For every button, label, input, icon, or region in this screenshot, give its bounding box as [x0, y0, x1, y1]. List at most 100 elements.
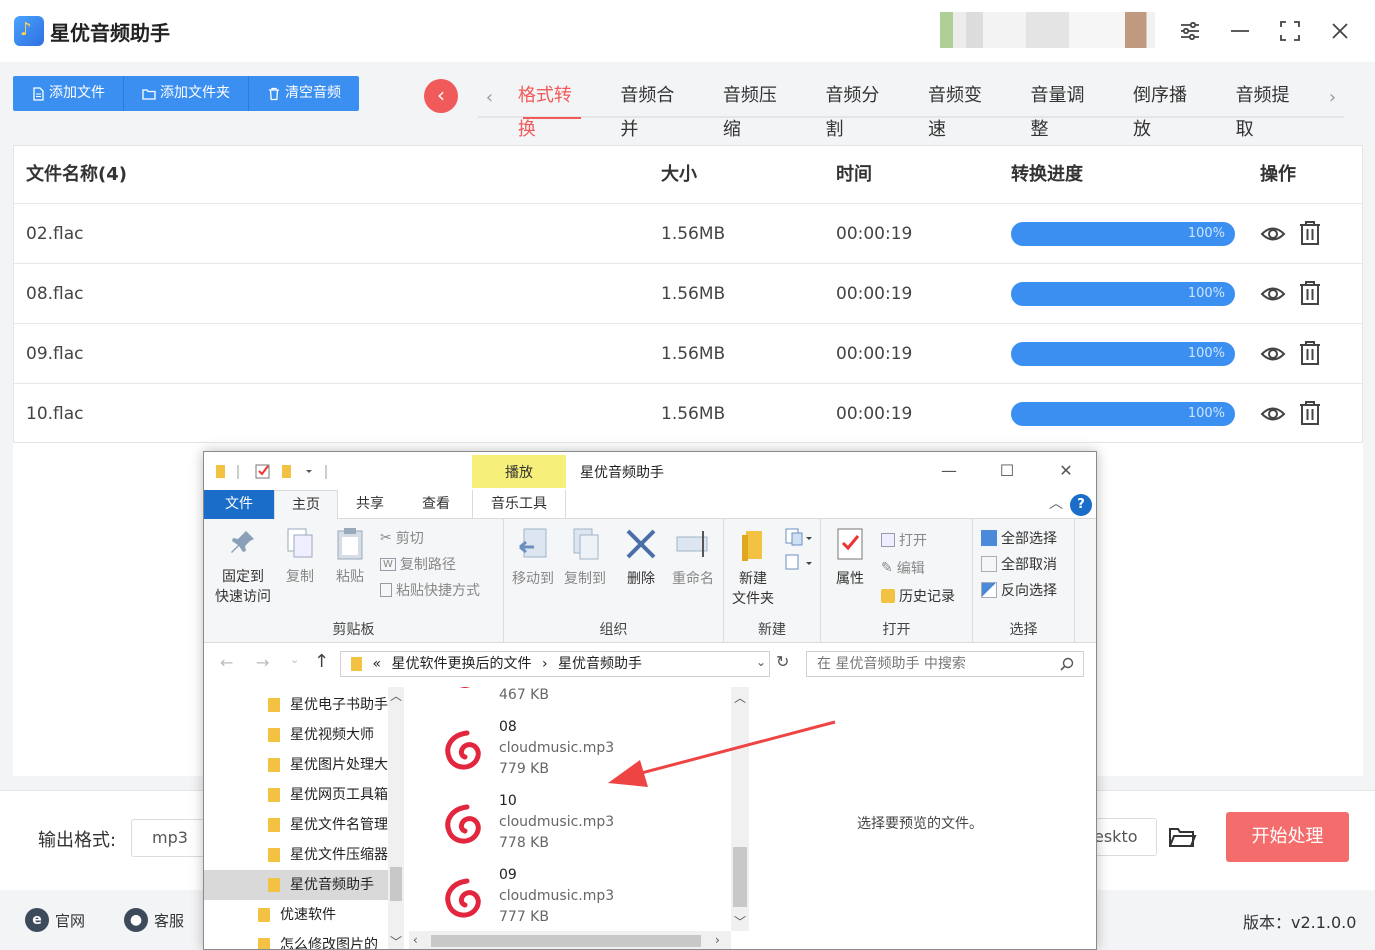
recent-dropdown-icon[interactable]: ⌄: [290, 653, 299, 666]
tab-audio-compress[interactable]: 音频压缩: [706, 79, 809, 140]
tab-audio-speed[interactable]: 音频变速: [911, 79, 1014, 140]
preview-eye-icon[interactable]: [1260, 402, 1286, 426]
website-link[interactable]: e 官网: [25, 906, 85, 934]
file-explorer-window[interactable]: 播放 星优音频助手 — ☐ ✕ 文件 主页 共享 查看 音乐工具 ︿ ? 固定到…: [203, 451, 1097, 950]
explorer-maximize-icon[interactable]: ☐: [987, 458, 1027, 484]
new-folder-button[interactable]: 新建 文件夹: [730, 527, 776, 609]
open-folder-icon[interactable]: [1167, 822, 1197, 852]
search-icon[interactable]: [1060, 657, 1074, 671]
ribbon-tab-share[interactable]: 共享: [340, 490, 400, 519]
list-item[interactable]: 467 KB: [409, 687, 731, 707]
cut-button[interactable]: ✂ 剪切: [380, 527, 424, 549]
user-avatar-blurred[interactable]: [940, 12, 1155, 48]
delete-trash-icon[interactable]: [1298, 400, 1322, 426]
ribbon-tab-view[interactable]: 查看: [404, 490, 468, 519]
table-row[interactable]: 09.flac 1.56MB 00:00:19 100%: [14, 324, 1362, 384]
file-list-hscrollbar[interactable]: ‹ ›: [409, 931, 731, 949]
help-icon[interactable]: ?: [1070, 494, 1092, 516]
play-context-tab[interactable]: 播放: [472, 455, 566, 488]
move-to-button[interactable]: 移动到: [508, 527, 558, 589]
address-dropdown-icon[interactable]: ⌄: [756, 655, 766, 669]
nav-item-selected[interactable]: 星优音频助手: [204, 870, 390, 900]
file-scroll-thumb[interactable]: [733, 847, 747, 907]
start-process-button[interactable]: 开始处理: [1226, 812, 1349, 862]
nav-item[interactable]: 星优文件名管理: [204, 810, 390, 840]
nav-scrollbar[interactable]: ︿ ﹀: [388, 687, 404, 949]
breadcrumb-current[interactable]: 星优音频助手: [558, 656, 642, 672]
copy-button[interactable]: 复制: [280, 527, 320, 587]
paste-shortcut-button[interactable]: 粘贴快捷方式: [380, 579, 480, 601]
refresh-icon[interactable]: ↻: [776, 652, 789, 671]
explorer-search-input[interactable]: 在 星优音频助手 中搜索: [806, 651, 1084, 677]
history-button[interactable]: 历史记录: [881, 585, 955, 607]
add-file-button[interactable]: 添加文件: [13, 76, 124, 111]
paste-button[interactable]: 粘贴: [330, 527, 370, 587]
table-row[interactable]: 02.flac 1.56MB 00:00:19 100%: [14, 204, 1362, 264]
preview-eye-icon[interactable]: [1260, 222, 1286, 246]
select-all-button[interactable]: 全部选择: [981, 527, 1057, 549]
scroll-up-icon[interactable]: ︿: [734, 689, 746, 706]
scroll-down-icon[interactable]: ﹀: [390, 933, 402, 949]
scroll-right-icon[interactable]: ›: [715, 933, 720, 947]
edit-button[interactable]: ✎ 编辑: [881, 557, 925, 579]
rename-button[interactable]: 重命名: [668, 527, 718, 589]
explorer-close-icon[interactable]: ✕: [1046, 458, 1086, 484]
nav-item[interactable]: 优速软件: [204, 900, 390, 930]
table-row[interactable]: 10.flac 1.56MB 00:00:19 100%: [14, 384, 1362, 444]
add-folder-button[interactable]: 添加文件夹: [124, 76, 249, 111]
settings-sliders-icon[interactable]: [1175, 16, 1205, 46]
pin-quick-access-button[interactable]: 固定到 快速访问: [210, 527, 276, 607]
breadcrumb-parent[interactable]: 星优软件更换后的文件: [391, 656, 531, 672]
up-arrow-icon[interactable]: ↑: [314, 651, 329, 672]
customer-service-link[interactable]: ● 客服: [124, 906, 184, 934]
tab-reverse-play[interactable]: 倒序播放: [1116, 79, 1219, 140]
tab-format-convert[interactable]: 格式转换: [501, 79, 604, 140]
copy-to-button[interactable]: 复制到: [560, 527, 610, 589]
scroll-up-icon[interactable]: ︿: [390, 687, 402, 704]
ribbon-tab-file[interactable]: 文件: [204, 490, 274, 519]
nav-scroll-thumb[interactable]: [390, 867, 402, 901]
tab-audio-split[interactable]: 音频分割: [808, 79, 911, 140]
tabs-next-icon[interactable]: ›: [1321, 87, 1344, 108]
delete-trash-icon[interactable]: [1298, 280, 1322, 306]
forward-arrow-icon[interactable]: →: [256, 653, 269, 672]
tab-audio-extract[interactable]: 音频提取: [1219, 79, 1322, 140]
nav-item[interactable]: 怎么修改图片的: [204, 930, 390, 949]
tab-audio-merge[interactable]: 音频合并: [603, 79, 706, 140]
select-none-button[interactable]: 全部取消: [981, 553, 1057, 575]
tab-volume-adjust[interactable]: 音量调整: [1014, 79, 1117, 140]
nav-item[interactable]: 星优电子书助手: [204, 690, 390, 720]
delete-button[interactable]: 删除: [616, 527, 666, 589]
maximize-icon[interactable]: [1275, 16, 1305, 46]
output-format-select[interactable]: mp3: [131, 819, 211, 857]
list-item[interactable]: 10 cloudmusic.mp3 778 KB: [409, 791, 731, 865]
minimize-icon[interactable]: [1225, 16, 1255, 46]
ribbon-tab-home[interactable]: 主页: [274, 490, 338, 520]
properties-button[interactable]: 属性: [827, 527, 873, 589]
list-item[interactable]: 09 cloudmusic.mp3 777 KB: [409, 865, 731, 939]
nav-item[interactable]: 星优视频大师: [204, 720, 390, 750]
explorer-minimize-icon[interactable]: —: [929, 458, 969, 484]
table-row[interactable]: 08.flac 1.56MB 00:00:19 100%: [14, 264, 1362, 324]
clear-audio-button[interactable]: 清空音频: [249, 76, 359, 111]
file-hscroll-thumb[interactable]: [431, 935, 701, 947]
nav-item[interactable]: 星优文件压缩器: [204, 840, 390, 870]
copy-path-button[interactable]: W 复制路径: [380, 553, 456, 575]
address-bar[interactable]: « 星优软件更换后的文件 › 星优音频助手: [340, 651, 770, 677]
new-item-icons[interactable]: [782, 527, 816, 577]
nav-item[interactable]: 星优图片处理大师: [204, 750, 390, 780]
delete-trash-icon[interactable]: [1298, 340, 1322, 366]
nav-item[interactable]: 星优网页工具箱: [204, 780, 390, 810]
ribbon-tab-music-tools[interactable]: 音乐工具: [472, 490, 566, 519]
tabs-prev-icon[interactable]: ‹: [478, 87, 501, 108]
preview-eye-icon[interactable]: [1260, 282, 1286, 306]
tabs-back-button[interactable]: ‹: [424, 79, 458, 113]
delete-trash-icon[interactable]: [1298, 220, 1322, 246]
preview-eye-icon[interactable]: [1260, 342, 1286, 366]
back-arrow-icon[interactable]: ←: [220, 653, 233, 672]
ribbon-collapse-icon[interactable]: ︿: [1044, 490, 1068, 519]
scroll-down-icon[interactable]: ﹀: [734, 913, 746, 930]
open-button[interactable]: 打开: [881, 529, 927, 551]
scroll-left-icon[interactable]: ‹: [413, 933, 418, 947]
invert-selection-button[interactable]: 反向选择: [981, 579, 1057, 601]
